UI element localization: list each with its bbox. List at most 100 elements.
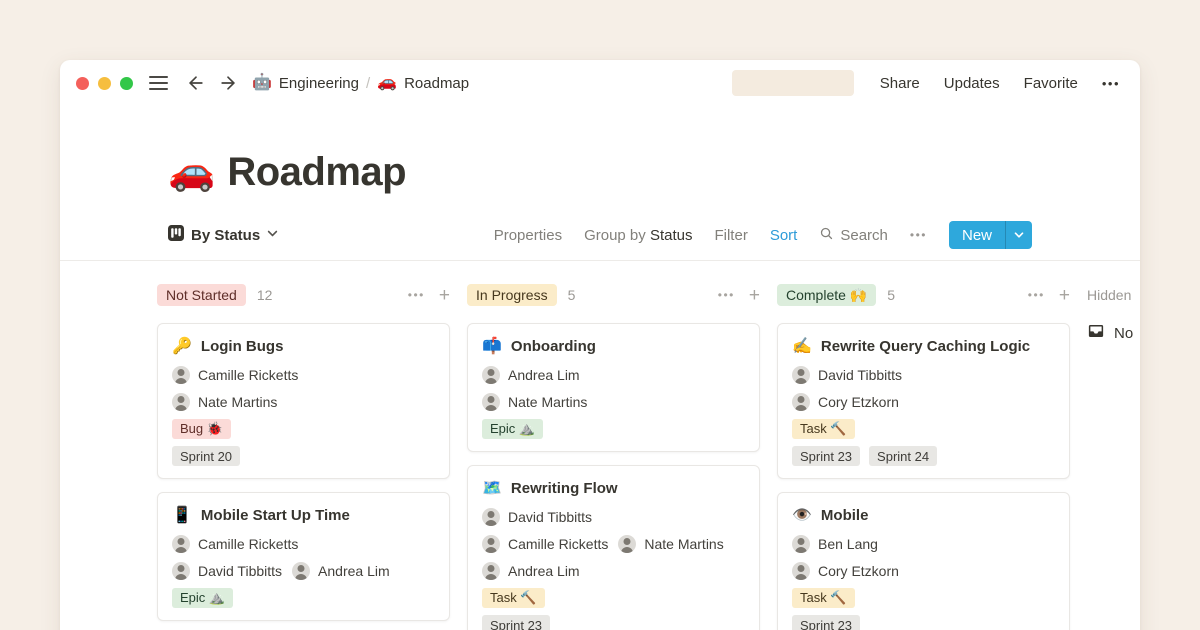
new-dropdown-button[interactable] bbox=[1006, 221, 1032, 249]
card[interactable]: 📱Mobile Start Up Time Camille Ricketts Dav… bbox=[157, 492, 450, 621]
card-title-text: Mobile bbox=[821, 505, 869, 527]
person-name: Andrea Lim bbox=[508, 367, 580, 383]
new-button[interactable]: New bbox=[949, 221, 1005, 249]
traffic-lights bbox=[76, 77, 133, 90]
person-chip[interactable]: Andrea Lim bbox=[482, 562, 580, 580]
card-emoji-icon: ✍️ bbox=[792, 339, 812, 355]
hidden-status-item[interactable]: No bbox=[1087, 323, 1140, 343]
search-button[interactable]: Search bbox=[819, 226, 888, 245]
person-name: Ben Lang bbox=[818, 536, 878, 552]
card-emoji-icon: 📱 bbox=[172, 508, 192, 524]
breadcrumb-workspace[interactable]: 🤖 Engineering bbox=[252, 75, 359, 92]
person-chip[interactable]: Andrea Lim bbox=[482, 366, 580, 384]
avatar bbox=[792, 562, 810, 580]
tag-pill[interactable]: Sprint 20 bbox=[172, 446, 240, 466]
zoom-button[interactable] bbox=[120, 77, 133, 90]
card[interactable]: 👁️Mobile Ben Lang Cory Etzkorn Task 🔨 Sprint… bbox=[777, 492, 1070, 630]
card-people-row: David Tibbitts Andrea Lim bbox=[172, 561, 435, 581]
card[interactable]: 🗺️Rewriting FlowDavid TibbittsCamille Ri… bbox=[467, 465, 760, 630]
column-more-icon[interactable]: ••• bbox=[718, 288, 735, 302]
person-chip[interactable]: Nate Martins bbox=[482, 393, 587, 411]
minimize-button[interactable] bbox=[98, 77, 111, 90]
sort-button[interactable]: Sort bbox=[770, 227, 798, 244]
person-chip[interactable]: Ben Lang bbox=[792, 535, 878, 553]
person-chip[interactable]: Nate Martins bbox=[172, 393, 277, 411]
person-chip[interactable]: David Tibbitts bbox=[172, 562, 282, 580]
card[interactable]: ✍️ Rewrite Query Caching Logic David Tibbi… bbox=[777, 323, 1070, 479]
person-chip[interactable]: Camille Ricketts bbox=[172, 366, 298, 384]
forward-arrow-icon[interactable] bbox=[218, 73, 238, 93]
breadcrumb-page-label: Roadmap bbox=[404, 75, 469, 92]
card-emoji-icon: 🔑 bbox=[172, 339, 192, 355]
card-title: 📱Mobile Start Up Time bbox=[172, 505, 435, 527]
breadcrumb-workspace-label: Engineering bbox=[279, 75, 359, 92]
filter-button[interactable]: Filter bbox=[714, 227, 747, 244]
card-title-text: Rewrite Query Caching Logic bbox=[821, 336, 1030, 358]
person-chip[interactable]: Cory Etzkorn bbox=[792, 562, 899, 580]
sidebar-menu-icon[interactable] bbox=[149, 76, 168, 90]
tag-pill[interactable]: Bug 🐞 bbox=[172, 419, 231, 439]
tag-pill[interactable]: Sprint 24 bbox=[869, 446, 937, 466]
column-header: Not Started12•••+ bbox=[157, 283, 450, 307]
column-more-icon[interactable]: ••• bbox=[408, 288, 425, 302]
column-count: 5 bbox=[887, 287, 895, 303]
properties-button[interactable]: Properties bbox=[494, 227, 562, 244]
column-add-icon[interactable]: + bbox=[1059, 286, 1070, 305]
group-by-button[interactable]: Group by Status bbox=[584, 227, 692, 244]
card-people-row: Andrea Lim bbox=[482, 365, 745, 385]
person-chip[interactable]: Andrea Lim bbox=[292, 562, 390, 580]
favorite-button[interactable]: Favorite bbox=[1024, 75, 1078, 92]
column-status-pill[interactable]: In Progress bbox=[467, 284, 557, 306]
tag-pill[interactable]: Sprint 23 bbox=[482, 615, 550, 630]
card-people-row: Andrea Lim bbox=[482, 561, 745, 581]
page-icon-small: 🚗 bbox=[377, 75, 397, 91]
page-emoji-icon[interactable]: 🚗 bbox=[168, 148, 215, 196]
person-chip[interactable]: David Tibbitts bbox=[482, 508, 592, 526]
tag-pill[interactable]: Sprint 23 bbox=[792, 615, 860, 630]
card[interactable]: 🔑 Login Bugs Camille Ricketts Nate Martins B… bbox=[157, 323, 450, 479]
avatar bbox=[482, 508, 500, 526]
person-chip[interactable]: Camille Ricketts bbox=[482, 535, 608, 553]
close-button[interactable] bbox=[76, 77, 89, 90]
column-status-pill[interactable]: Complete 🙌 bbox=[777, 284, 876, 306]
card-people-row: Ben Lang bbox=[792, 534, 1055, 554]
person-chip[interactable]: David Tibbitts bbox=[792, 366, 902, 384]
hidden-columns-label[interactable]: Hidden bbox=[1087, 287, 1131, 303]
view-switcher[interactable]: By Status bbox=[168, 225, 278, 246]
page-title[interactable]: Roadmap bbox=[227, 148, 406, 196]
card-title: 👁️Mobile bbox=[792, 505, 1055, 527]
column-status-pill[interactable]: Not Started bbox=[157, 284, 246, 306]
breadcrumb-separator: / bbox=[366, 75, 370, 92]
board-column: Not Started12•••+🔑Login BugsCamille Rick… bbox=[157, 283, 450, 630]
tag-pill[interactable]: Task 🔨 bbox=[792, 588, 855, 608]
redacted-edited-info bbox=[732, 70, 854, 96]
share-button[interactable]: Share bbox=[880, 75, 920, 92]
page-header: 🚗 Roadmap bbox=[168, 148, 1140, 196]
updates-button[interactable]: Updates bbox=[944, 75, 1000, 92]
column-header-icons: ••• + bbox=[718, 286, 760, 305]
person-chip[interactable]: Camille Ricketts bbox=[172, 535, 298, 553]
tag-pill[interactable]: Epic ⛰️ bbox=[172, 588, 233, 608]
breadcrumb-page[interactable]: 🚗 Roadmap bbox=[377, 75, 469, 92]
column-add-icon[interactable]: + bbox=[749, 286, 760, 305]
column-add-icon[interactable]: + bbox=[439, 286, 450, 305]
person-chip[interactable]: Cory Etzkorn bbox=[792, 393, 899, 411]
card-title-text: Login Bugs bbox=[201, 336, 284, 358]
tag-pill[interactable]: Task 🔨 bbox=[482, 588, 545, 608]
tag-pill[interactable]: Epic ⛰️ bbox=[482, 419, 543, 439]
more-options-icon[interactable]: ••• bbox=[1102, 76, 1120, 91]
back-arrow-icon[interactable] bbox=[186, 73, 206, 93]
column-more-icon[interactable]: ••• bbox=[1028, 288, 1045, 302]
view-toolbar: Properties Group by Status Filter Sort S… bbox=[494, 221, 1032, 249]
tag-pill[interactable]: Task 🔨 bbox=[792, 419, 855, 439]
view-name: By Status bbox=[191, 227, 260, 244]
card-tag-row: Sprint 23 bbox=[482, 615, 745, 630]
person-chip[interactable]: Nate Martins bbox=[618, 535, 723, 553]
avatar bbox=[618, 535, 636, 553]
tag-pill[interactable]: Sprint 23 bbox=[792, 446, 860, 466]
card-tag-row: Task 🔨 bbox=[792, 588, 1055, 608]
card[interactable]: 📫OnboardingAndrea LimNate MartinsEpic ⛰️ bbox=[467, 323, 760, 452]
card-emoji-icon: 🗺️ bbox=[482, 481, 502, 497]
toolbar-more-icon[interactable]: ••• bbox=[910, 228, 927, 242]
card-people-row: David Tibbitts bbox=[482, 507, 745, 527]
